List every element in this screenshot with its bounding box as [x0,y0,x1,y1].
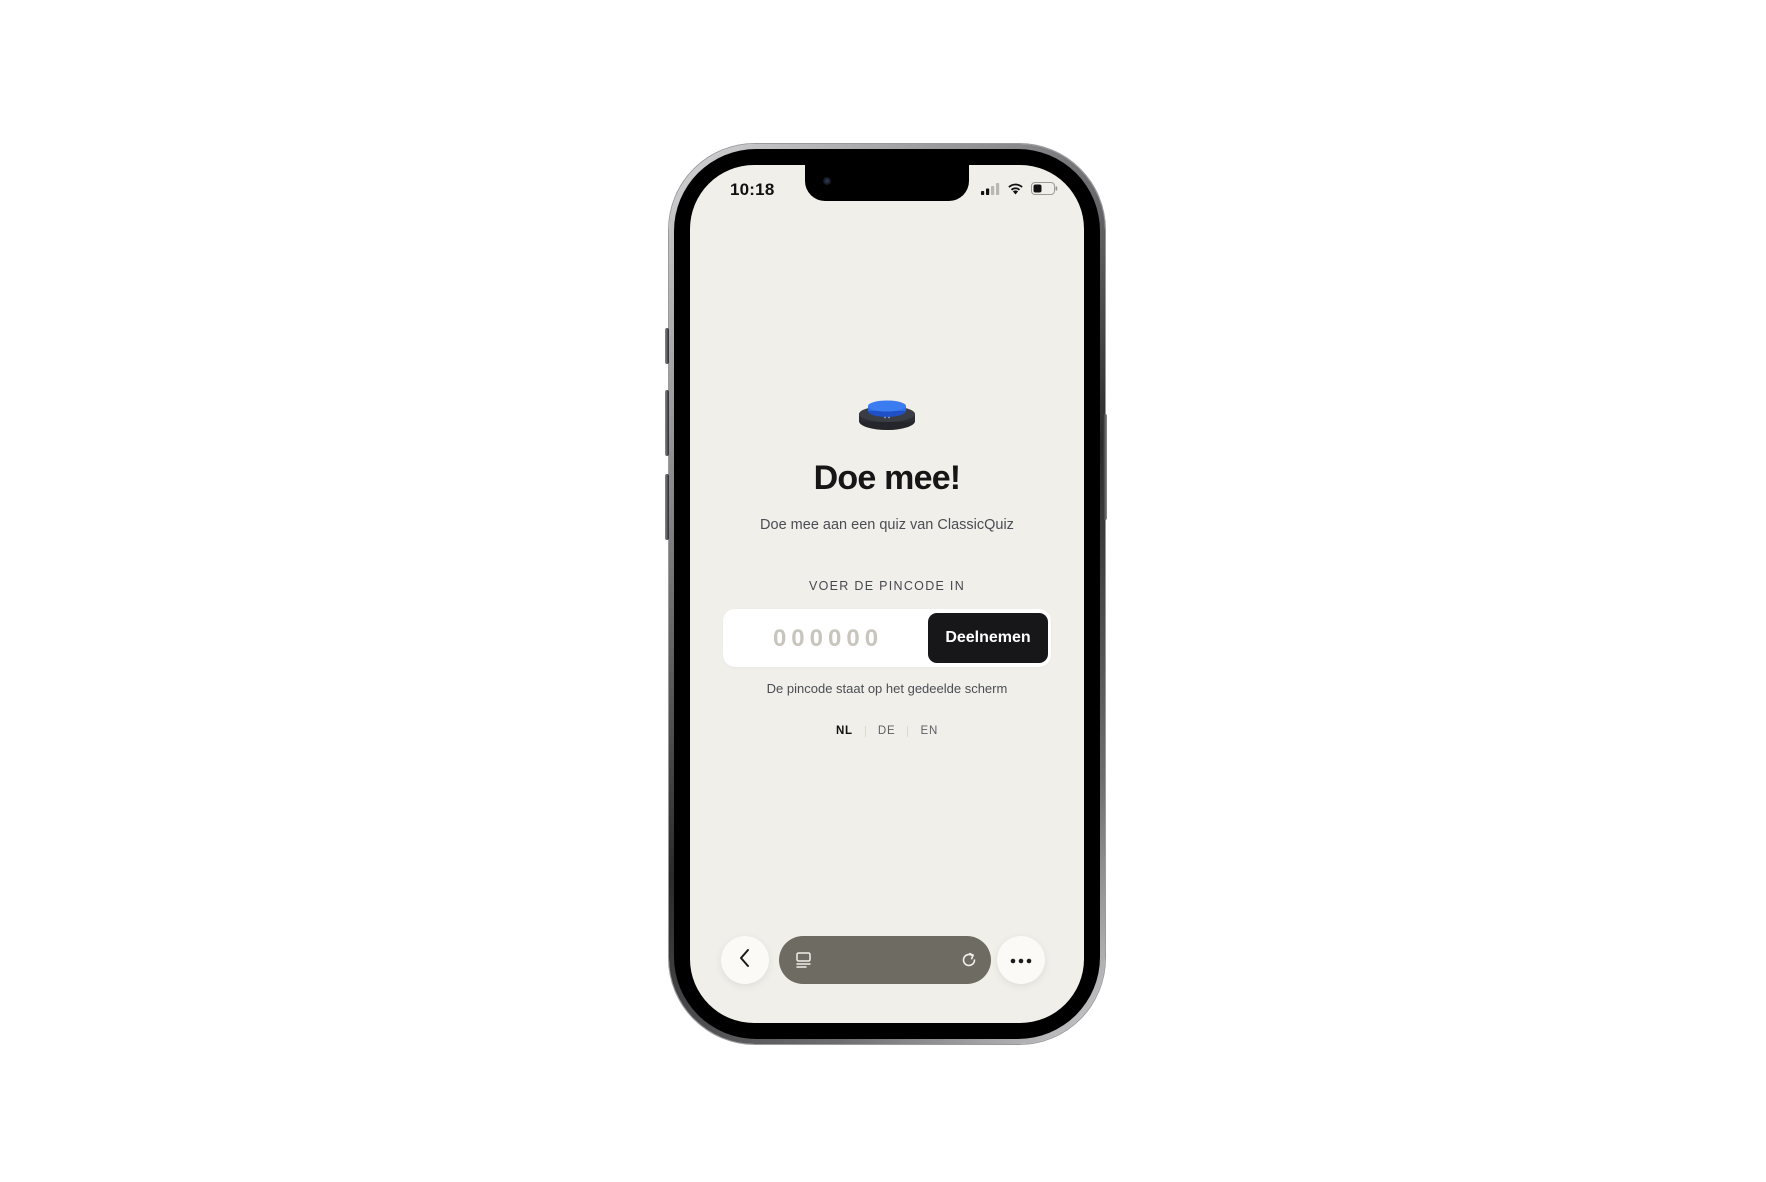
join-button[interactable]: Deelnemen [928,613,1048,663]
phone-screen: 10:18 Doe mee! Doe mee aan een quiz van … [690,165,1084,1023]
power-button [1103,414,1107,520]
back-button[interactable] [721,936,769,984]
more-button[interactable] [997,936,1045,984]
more-dots-icon [1010,951,1032,969]
language-option-en[interactable]: EN [908,725,950,737]
tabs-icon[interactable] [795,951,813,974]
page-content: Doe mee! Doe mee aan een quiz van Classi… [690,165,1084,1023]
language-switcher: NL DE EN [690,725,1084,737]
volume-down-button [665,474,669,540]
page-title: Doe mee! [813,459,961,497]
volume-up-button [665,390,669,456]
url-text [825,951,945,969]
language-option-de[interactable]: DE [866,725,908,737]
language-option-nl[interactable]: NL [824,725,865,737]
page-subtitle: Doe mee aan een quiz van ClassicQuiz [760,517,1014,533]
pin-helper-text: De pincode staat op het gedeelde scherm [766,681,1008,696]
pin-input[interactable] [731,615,925,663]
reload-icon[interactable] [959,950,979,975]
pin-label: VOER DE PINCODE IN [808,579,966,593]
pin-form: Deelnemen [723,609,1051,667]
silent-switch [665,328,669,364]
address-bar[interactable] [779,936,991,984]
chevron-left-icon [738,948,752,973]
buzzer-icon [858,400,916,432]
stage: 10:18 Doe mee! Doe mee aan een quiz van … [0,0,1766,1182]
